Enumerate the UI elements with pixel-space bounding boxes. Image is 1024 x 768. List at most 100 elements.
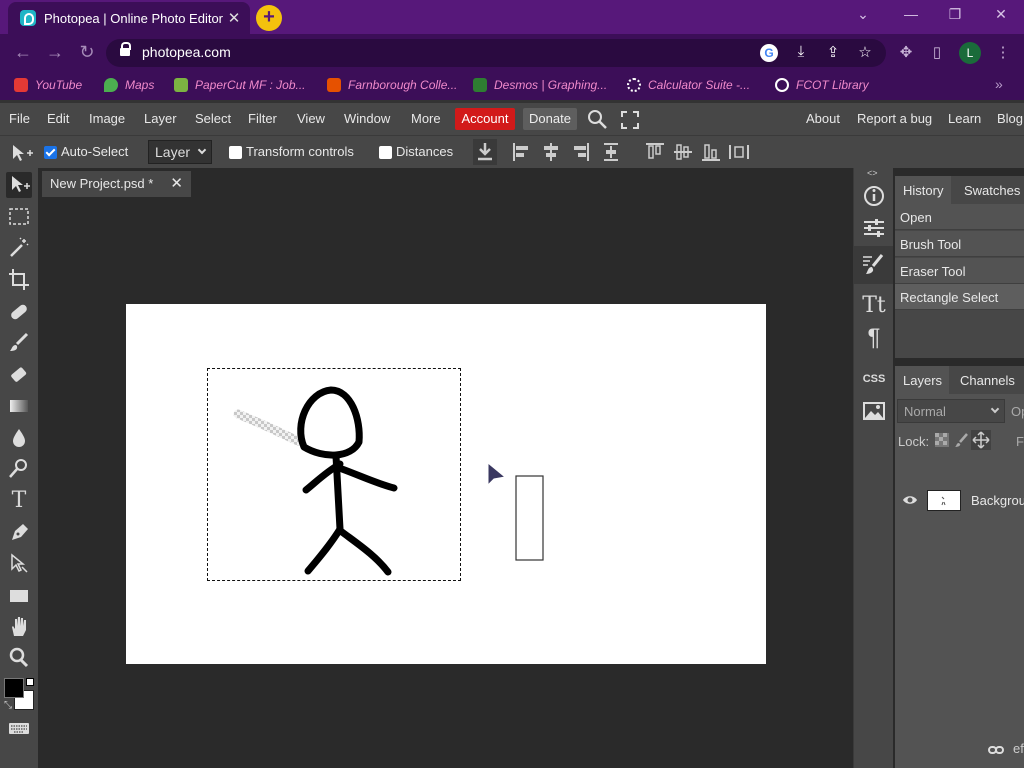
tab-layers[interactable]: Layers [895,366,949,394]
donate-button[interactable]: Donate [523,108,577,130]
menu-select[interactable]: Select [195,111,231,126]
fullscreen-icon[interactable] [621,111,639,129]
history-item[interactable]: Open [895,204,1024,230]
install-app-icon[interactable]: ⤓ [790,43,812,60]
history-item-selected[interactable]: Rectangle Select [895,284,1024,310]
foreground-color-swatch[interactable] [4,678,24,698]
lock-icon[interactable] [120,42,131,58]
bookmark-fcot-library[interactable]: FCOT Library [775,78,869,92]
side-panel-icon[interactable]: ▯ [926,43,948,61]
restore-icon[interactable]: ❐ [942,6,968,23]
close-document-icon[interactable]: ✕ [170,174,183,192]
bookmark-papercut[interactable]: PaperCut MF : Job... [174,78,306,92]
back-icon[interactable]: ← [12,42,34,63]
eraser-tool-button[interactable] [6,362,32,388]
menu-file[interactable]: File [9,111,30,126]
distances-checkbox[interactable] [379,146,392,159]
blur-tool-button[interactable] [6,425,32,451]
tab-swatches[interactable]: Swatches [964,183,1020,198]
align-bottom-icon[interactable] [701,142,721,162]
menu-image[interactable]: Image [89,111,125,126]
healing-tool-button[interactable] [6,299,32,325]
extensions-icon[interactable]: ✥ [895,43,917,61]
default-colors-icon[interactable] [26,678,34,686]
type-tool-button[interactable]: T [6,488,32,514]
google-icon[interactable]: G [760,44,778,62]
align-right-icon[interactable] [572,142,590,162]
link-layers-icon[interactable] [988,745,1004,755]
keyboard-button[interactable] [6,715,32,741]
bookmark-calculator[interactable]: Calculator Suite -... [627,78,750,92]
menu-edit[interactable]: Edit [47,111,69,126]
shape-tool-button[interactable] [6,583,32,609]
menu-report-bug[interactable]: Report a bug [857,111,932,126]
pen-tool-button[interactable] [6,520,32,546]
history-item[interactable]: Brush Tool [895,231,1024,257]
align-left-icon[interactable] [512,142,530,162]
collapse-panels-icon[interactable]: <> [867,168,878,178]
magic-wand-tool-button[interactable] [6,235,32,261]
new-tab-button[interactable]: + [256,5,282,31]
move-tool-button[interactable] [6,172,32,198]
brush-panel-button[interactable] [854,246,893,284]
share-icon[interactable]: ⇪ [822,43,844,61]
character-panel-button[interactable]: Tt [861,293,887,319]
menu-blog[interactable]: Blog [997,111,1023,126]
minimize-icon[interactable]: — [898,6,924,22]
download-icon[interactable] [473,139,497,165]
adjustments-panel-button[interactable] [861,215,887,241]
profile-avatar[interactable]: L [959,42,981,64]
menu-window[interactable]: Window [344,111,390,126]
bookmark-desmos[interactable]: Desmos | Graphing... [473,78,607,92]
document-tab[interactable]: New Project.psd * ✕ [42,171,191,197]
tab-channels[interactable]: Channels [960,373,1015,388]
menu-layer[interactable]: Layer [144,111,177,126]
hand-tool-button[interactable] [6,614,32,640]
css-panel-button[interactable]: CSS [861,366,887,392]
paragraph-panel-button[interactable]: ¶ [861,325,887,351]
tab-close-icon[interactable]: ✕ [224,9,244,27]
align-middle-vertical-icon[interactable] [673,142,693,162]
history-item[interactable]: Eraser Tool [895,258,1024,284]
swap-colors-icon[interactable]: ⤡ [4,700,12,711]
url-text[interactable]: photopea.com [142,44,231,60]
tab-history[interactable]: History [895,176,951,204]
bookmark-star-icon[interactable]: ☆ [854,43,876,61]
address-bar[interactable]: photopea.com G ⤓ ⇪ ☆ [106,39,886,67]
tab-search-icon[interactable]: ⌄ [850,6,876,23]
forward-icon[interactable]: → [44,42,66,63]
color-swatches[interactable]: ⤡ [4,678,38,712]
menu-learn[interactable]: Learn [948,111,981,126]
info-panel-button[interactable] [861,183,887,209]
account-button[interactable]: Account [455,108,515,130]
eye-visibility-icon[interactable] [902,494,918,506]
menu-more[interactable]: More [411,111,441,126]
auto-select-checkbox[interactable] [44,146,57,159]
search-icon[interactable] [587,109,609,129]
bookmark-farnborough[interactable]: Farnborough Colle... [327,78,457,92]
menu-view[interactable]: View [297,111,325,126]
marquee-selection[interactable] [207,368,461,581]
image-panel-button[interactable] [861,398,887,424]
lock-transparency-icon[interactable] [935,433,949,447]
browser-tab-photopea[interactable]: Photopea | Online Photo Editor ✕ [8,2,250,34]
effects-label[interactable]: ef [1013,741,1024,756]
close-window-icon[interactable]: ✕ [988,6,1014,23]
path-select-tool-button[interactable] [6,551,32,577]
browser-menu-icon[interactable]: ⋮ [992,43,1014,61]
layer-row-background[interactable]: Backgrou [895,486,1024,516]
lock-pixels-icon[interactable] [955,433,969,447]
distribute-horizontal-icon[interactable] [728,142,750,162]
transform-controls-checkbox[interactable] [229,146,242,159]
crop-tool-button[interactable] [6,267,32,293]
bookmark-maps[interactable]: Maps [104,78,154,92]
marquee-tool-button[interactable] [6,204,32,230]
gradient-tool-button[interactable] [6,393,32,419]
auto-select-target-dropdown[interactable]: Layer [148,140,212,164]
align-top-icon[interactable] [645,142,665,162]
menu-about[interactable]: About [806,111,840,126]
bookmark-youtube[interactable]: YouTube [14,78,82,92]
menu-filter[interactable]: Filter [248,111,277,126]
more-bookmarks-icon[interactable]: » [995,76,1003,92]
distribute-vertical-icon[interactable] [602,142,620,162]
